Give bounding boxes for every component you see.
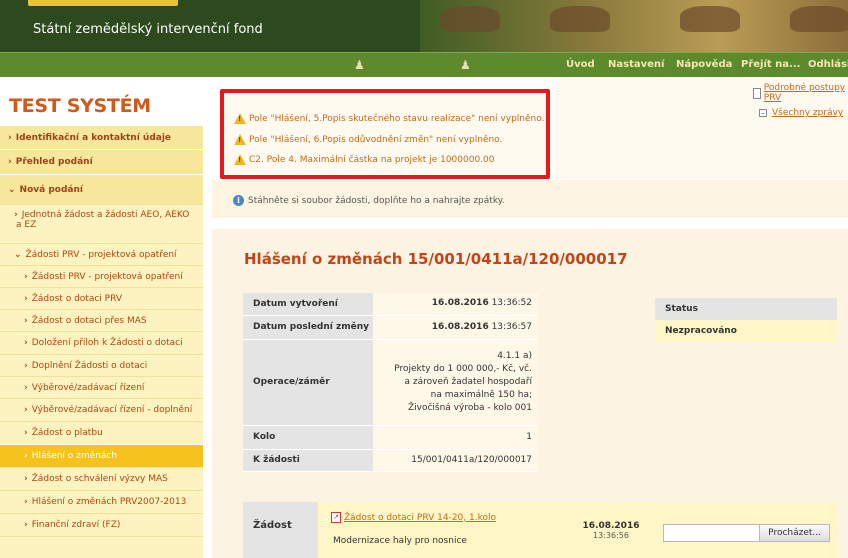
warning-icon: ! <box>234 134 246 145</box>
collapse-icon[interactable]: – <box>759 109 767 117</box>
warnings-box: ! Pole "Hlášení, 5.Popis skutečného stav… <box>220 89 550 179</box>
table-row: Kolo 1 <box>243 425 538 450</box>
header-banner: Státní zemědělský intervenční fond <box>0 0 848 52</box>
sidebar-item-overview[interactable]: › Přehled podání <box>0 149 203 174</box>
sidebar-item-new-submissions[interactable]: ⌄ Nová podání <box>0 174 203 204</box>
created-label: Datum vytvoření <box>243 293 373 316</box>
header-fields-image <box>420 0 848 52</box>
cow-silhouette <box>790 6 848 32</box>
sidebar-item-change-report[interactable]: › Hlášení o změnách <box>0 444 203 467</box>
modified-label: Datum poslední změny <box>243 315 373 340</box>
attachment-label: Žádost <box>243 502 318 558</box>
attachment-timestamp: 16.08.2016 13:36:56 <box>582 521 640 540</box>
nav-go-to[interactable]: Přejít na... <box>741 59 800 70</box>
page-title: Hlášení o změnách 15/001/0411a/120/00001… <box>244 250 628 268</box>
cow-silhouette <box>680 6 740 32</box>
sidebar-item-subsidy[interactable]: › Žádost o dotaci PRV <box>0 287 203 309</box>
round-value: 1 <box>373 425 538 450</box>
nav-home[interactable]: Úvod <box>566 59 595 70</box>
request-value: 15/001/0411a/120/000017 <box>373 449 538 472</box>
operation-value: 4.1.1 a) Projekty do 1 000 000,- Kč, vč.… <box>373 339 538 426</box>
warning-message: ! Pole "Hlášení, 6.Popis odůvodnění změn… <box>234 134 502 145</box>
sidebar-item-tender[interactable]: › Výběrové/zadávací řízení <box>0 376 203 398</box>
sidebar-item-prv-group[interactable]: ⌄ Žádosti PRV - projektová opatření <box>0 243 203 265</box>
info-message: i Stáhněte si soubor žádosti, doplňte ho… <box>233 195 505 206</box>
document-icon <box>753 87 761 99</box>
browse-button[interactable]: Procházet... <box>759 525 829 541</box>
sidebar-item-change-report-2007[interactable]: › Hlášení o změnách PRV2007-2013 <box>0 490 203 513</box>
user-icon[interactable]: ♟ <box>354 58 365 72</box>
sidebar-item-attachments[interactable]: › Doložení příloh k Žádosti o dotaci <box>0 331 203 354</box>
sidebar-item-financial-health[interactable]: › Finanční zdraví (FZ) <box>0 513 203 536</box>
all-messages-link[interactable]: Všechny zprávy <box>772 108 843 118</box>
file-upload[interactable]: Procházet... <box>663 524 830 542</box>
all-messages-row[interactable]: – Všechny zprávy <box>759 108 843 118</box>
info-icon: i <box>233 195 244 206</box>
warning-icon: ! <box>234 154 246 165</box>
logo <box>28 0 178 6</box>
status-value: Nezpracováno <box>655 320 837 342</box>
sidebar-item-payment[interactable]: › Žádost o platbu <box>0 421 203 444</box>
sidebar-item-subsidy-mas[interactable]: › Žádost o dotaci přes MAS <box>0 309 203 331</box>
file-path-field[interactable] <box>664 525 760 541</box>
user-icon[interactable]: ♟ <box>460 58 471 72</box>
nav-settings[interactable]: Nastavení <box>608 59 664 70</box>
request-label: K žádosti <box>243 449 373 472</box>
modified-value: 16.08.2016 13:36:57 <box>373 315 538 340</box>
sidebar-item-single-application[interactable]: › Jednotná žádost a žádosti AEO, AEKO a E… <box>0 204 203 243</box>
cow-silhouette <box>550 6 610 32</box>
nav-help[interactable]: Nápověda <box>676 59 732 70</box>
status-label: Status <box>655 298 837 320</box>
attachment-link[interactable]: Žádost o dotaci PRV 14-20, 1.kolo <box>344 513 496 523</box>
table-row: Operace/záměr 4.1.1 a) Projekty do 1 000… <box>243 339 538 426</box>
sidebar-item-mas-approval[interactable]: › Žádost o schválení výzvy MAS <box>0 467 203 490</box>
attachment-description: Modernizace haly pro nosnice <box>333 536 467 546</box>
round-label: Kolo <box>243 425 373 450</box>
attachment-link-row[interactable]: ↗ Žádost o dotaci PRV 14-20, 1.kolo <box>331 512 496 523</box>
sidebar-item-prv-projects[interactable]: › Žádosti PRV - projektová opatření <box>0 265 203 287</box>
messages-side-panel: Podrobné postupy PRV – Všechny zprávy <box>555 79 848 179</box>
sidebar-item-more[interactable] <box>0 536 203 558</box>
nav-logout[interactable]: Odhlásit <box>808 59 848 70</box>
system-title: TEST SYSTÉM <box>9 95 151 117</box>
cow-silhouette <box>440 6 500 32</box>
warning-icon: ! <box>234 113 246 124</box>
organization-name: Státní zemědělský intervenční fond <box>33 22 263 37</box>
top-navigation: ♟ ♟ Úvod Nastavení Nápověda Přejít na...… <box>0 52 848 77</box>
sidebar-item-tender-completion[interactable]: › Výběrové/zadávací řízení - doplnění <box>0 398 203 421</box>
status-box: Status Nezpracováno <box>655 298 837 342</box>
warning-message: ! Pole "Hlášení, 5.Popis skutečného stav… <box>234 113 544 124</box>
warning-message: ! C2. Pole 4. Maximální částka na projek… <box>234 154 495 165</box>
table-row: Datum vytvoření 16.08.2016 13:36:52 <box>243 293 538 316</box>
sidebar-item-identification[interactable]: › Identifikační a kontaktní údaje <box>0 125 203 149</box>
procedures-link-row[interactable]: Podrobné postupy PRV <box>753 83 848 103</box>
procedures-link[interactable]: Podrobné postupy PRV <box>764 83 848 103</box>
operation-label: Operace/záměr <box>243 339 373 426</box>
detail-table: Datum vytvoření 16.08.2016 13:36:52 Datu… <box>243 293 538 472</box>
sidebar-item-completion[interactable]: › Doplnění Žádosti o dotaci <box>0 354 203 376</box>
created-value: 16.08.2016 13:36:52 <box>373 293 538 316</box>
table-row: K žádosti 15/001/0411a/120/000017 <box>243 449 538 472</box>
table-row: Datum poslední změny 16.08.2016 13:36:57 <box>243 315 538 340</box>
pdf-icon: ↗ <box>331 512 341 523</box>
